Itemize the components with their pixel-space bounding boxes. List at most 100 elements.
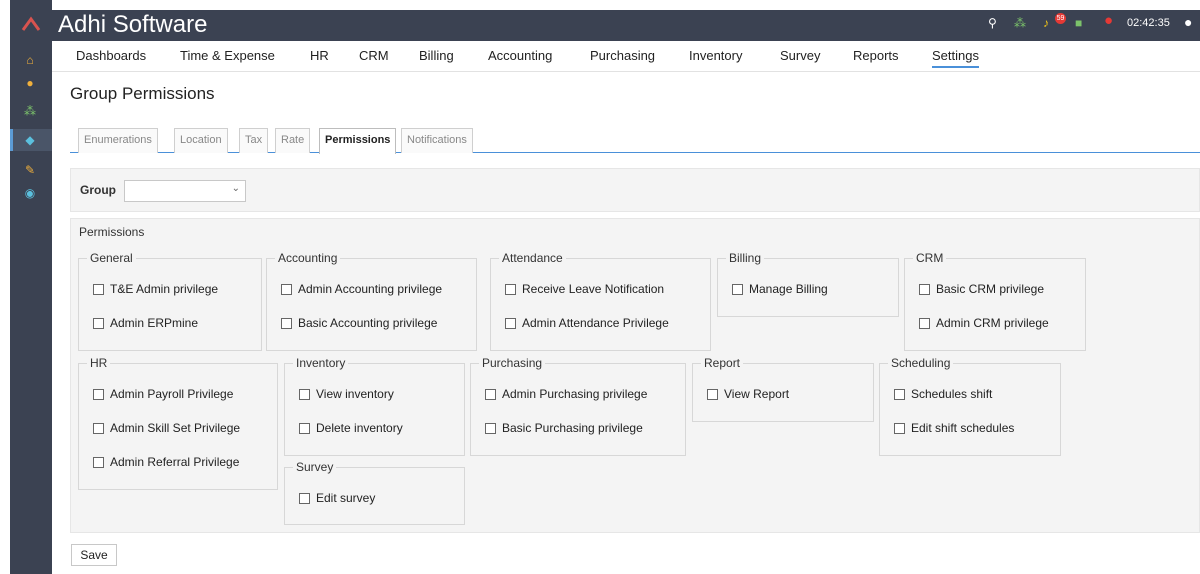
chevron-down-icon: ⌄ <box>231 183 240 194</box>
permission-manage-billing[interactable]: Manage Billing <box>732 282 828 296</box>
menu-settings[interactable]: Settings <box>932 48 979 68</box>
permission-admin-payroll[interactable]: Admin Payroll Privilege <box>93 387 233 401</box>
fieldset-general-title: General <box>87 251 136 265</box>
permission-admin-skill-set[interactable]: Admin Skill Set Privilege <box>93 421 240 435</box>
group-select[interactable]: ⌄ <box>124 180 246 202</box>
group-panel: Group ⌄ <box>70 168 1200 212</box>
fieldset-scheduling: Scheduling Schedules shift Edit shift sc… <box>879 356 1061 456</box>
group-label: Group <box>80 183 116 197</box>
tab-permissions[interactable]: Permissions <box>319 128 397 154</box>
fieldset-attendance: Attendance Receive Leave Notification Ad… <box>490 251 711 351</box>
checkbox[interactable] <box>485 388 496 400</box>
tab-rate[interactable]: Rate <box>275 128 311 153</box>
checkbox[interactable] <box>505 317 516 329</box>
permission-admin-purchasing[interactable]: Admin Purchasing privilege <box>485 387 647 401</box>
globe-icon[interactable]: ◉ <box>23 186 37 200</box>
checkbox[interactable] <box>485 422 496 434</box>
tab-location[interactable]: Location <box>174 128 228 153</box>
fieldset-billing-title: Billing <box>726 251 765 265</box>
permission-edit-survey[interactable]: Edit survey <box>299 491 375 505</box>
main-menu: Dashboards Time & Expense HR CRM Billing… <box>52 41 1200 72</box>
checkbox[interactable] <box>281 283 292 295</box>
fieldset-accounting: Accounting Admin Accounting privilege Ba… <box>266 251 477 351</box>
user-icon[interactable]: ● <box>23 76 37 90</box>
fieldset-attendance-title: Attendance <box>499 251 566 265</box>
permission-basic-purchasing[interactable]: Basic Purchasing privilege <box>485 421 643 435</box>
menu-dashboards[interactable]: Dashboards <box>76 48 146 63</box>
permission-schedules-shift[interactable]: Schedules shift <box>894 387 992 401</box>
checkbox[interactable] <box>707 388 718 400</box>
permission-delete-inventory[interactable]: Delete inventory <box>299 421 403 435</box>
app-window: ⌂ ● ⁂ ◆ ✎ ◉ Adhi Software ⚲ ⁂ ♪ 59 ■ ● 0… <box>0 0 1200 574</box>
checkbox[interactable] <box>919 283 930 295</box>
menu-billing[interactable]: Billing <box>419 48 454 63</box>
fieldset-purchasing: Purchasing Admin Purchasing privilege Ba… <box>470 356 686 456</box>
tag-icon[interactable]: ◆ <box>23 133 37 147</box>
fieldset-report-title: Report <box>701 356 744 370</box>
logo-icon <box>21 16 41 31</box>
permission-te-admin[interactable]: T&E Admin privilege <box>93 282 218 296</box>
fieldset-report: Report View Report <box>692 356 874 422</box>
search-icon[interactable]: ⚲ <box>988 16 997 30</box>
fieldset-hr: HR Admin Payroll Privilege Admin Skill S… <box>78 356 278 490</box>
wrench-icon[interactable]: ✎ <box>23 163 37 177</box>
checkbox[interactable] <box>732 283 743 295</box>
checkbox[interactable] <box>894 422 905 434</box>
bell-icon[interactable]: ♪ <box>1043 16 1049 30</box>
menu-survey[interactable]: Survey <box>780 48 820 63</box>
permission-admin-accounting[interactable]: Admin Accounting privilege <box>281 282 442 296</box>
fieldset-crm: CRM Basic CRM privilege Admin CRM privil… <box>904 251 1086 351</box>
permission-admin-referral[interactable]: Admin Referral Privilege <box>93 455 239 469</box>
permission-admin-attendance[interactable]: Admin Attendance Privilege <box>505 316 669 330</box>
permission-edit-shift-schedules[interactable]: Edit shift schedules <box>894 421 1014 435</box>
tab-enumerations[interactable]: Enumerations <box>78 128 158 153</box>
permission-view-inventory[interactable]: View inventory <box>299 387 394 401</box>
tab-notifications[interactable]: Notifications <box>401 128 473 153</box>
notification-badge: 59 <box>1055 13 1066 24</box>
left-margin <box>0 0 10 574</box>
permission-admin-erpmine[interactable]: Admin ERPmine <box>93 316 198 330</box>
checkbox[interactable] <box>281 317 292 329</box>
menu-inventory[interactable]: Inventory <box>689 48 742 63</box>
home-icon[interactable]: ⌂ <box>23 53 37 67</box>
share-icon[interactable]: ⁂ <box>23 104 37 118</box>
share-icon[interactable]: ⁂ <box>1014 16 1026 30</box>
fieldset-general: General T&E Admin privilege Admin ERPmin… <box>78 251 262 351</box>
app-status-icon[interactable]: ■ <box>1075 16 1082 30</box>
checkbox[interactable] <box>93 422 104 434</box>
fieldset-crm-title: CRM <box>913 251 947 265</box>
permissions-panel: Permissions General T&E Admin privilege … <box>70 218 1200 533</box>
menu-reports[interactable]: Reports <box>853 48 899 63</box>
checkbox[interactable] <box>93 317 104 329</box>
checkbox[interactable] <box>505 283 516 295</box>
top-bar <box>52 10 1200 41</box>
save-button[interactable]: Save <box>71 544 117 566</box>
permission-basic-accounting[interactable]: Basic Accounting privilege <box>281 316 437 330</box>
checkbox[interactable] <box>299 492 310 504</box>
checkbox[interactable] <box>93 388 104 400</box>
permission-view-report[interactable]: View Report <box>707 387 789 401</box>
menu-crm[interactable]: CRM <box>359 48 389 63</box>
fieldset-inventory: Inventory View inventory Delete inventor… <box>284 356 465 456</box>
permission-admin-crm[interactable]: Admin CRM privilege <box>919 316 1049 330</box>
fieldset-billing: Billing Manage Billing <box>717 251 899 317</box>
checkbox[interactable] <box>93 283 104 295</box>
tab-tax[interactable]: Tax <box>239 128 269 153</box>
permission-basic-crm[interactable]: Basic CRM privilege <box>919 282 1044 296</box>
status-dot-icon: ● <box>1104 12 1114 29</box>
clock: 02:42:35 <box>1127 17 1170 29</box>
menu-accounting[interactable]: Accounting <box>488 48 552 63</box>
menu-purchasing[interactable]: Purchasing <box>590 48 655 63</box>
checkbox[interactable] <box>894 388 905 400</box>
user-avatar-icon[interactable]: ● <box>1184 15 1192 29</box>
menu-hr[interactable]: HR <box>310 48 329 63</box>
checkbox[interactable] <box>919 317 930 329</box>
menu-time-expense[interactable]: Time & Expense <box>180 48 275 63</box>
checkbox[interactable] <box>93 456 104 468</box>
checkbox[interactable] <box>299 422 310 434</box>
permission-receive-leave[interactable]: Receive Leave Notification <box>505 282 664 296</box>
fieldset-scheduling-title: Scheduling <box>888 356 954 370</box>
settings-tabs: Enumerations Location Tax Rate Permissio… <box>70 126 1200 154</box>
fieldset-survey: Survey Edit survey <box>284 460 465 525</box>
checkbox[interactable] <box>299 388 310 400</box>
